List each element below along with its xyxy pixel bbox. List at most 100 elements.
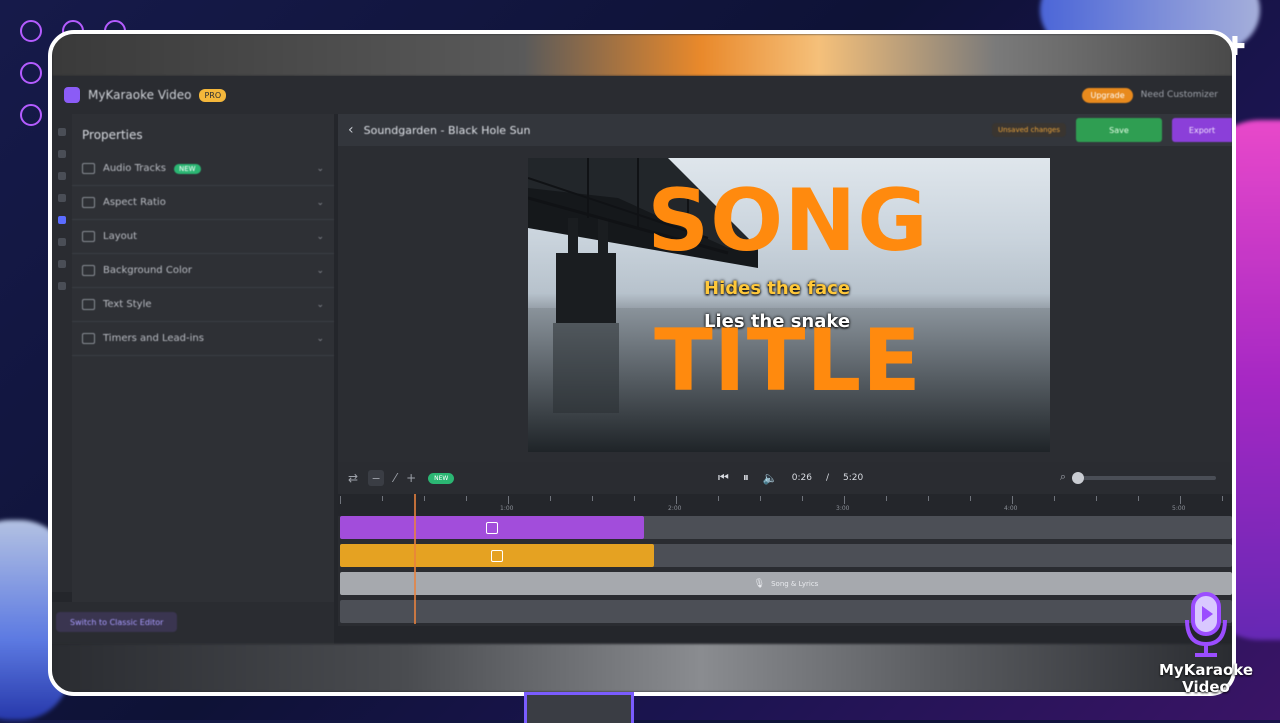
app-name: MyKaraoke Video [88, 88, 192, 102]
classic-editor-button[interactable]: Switch to Classic Editor [56, 612, 178, 632]
save-button[interactable]: Save [1076, 118, 1162, 142]
sidebar-item-layout[interactable]: Layout ⌄ [72, 220, 334, 254]
header-actions: Upgrade Need Customizer [1082, 87, 1218, 103]
brand-watermark: MyKaraoke Video [1150, 592, 1262, 696]
rail-item-7[interactable] [58, 260, 66, 268]
sidebar-item-label: Audio Tracks [103, 163, 166, 174]
tool-rail [52, 114, 72, 592]
sidebar-footer: Switch to Classic Editor [52, 602, 334, 644]
ruler-tick [676, 496, 677, 504]
timer-icon [82, 333, 95, 344]
account-menu[interactable]: Need Customizer [1141, 90, 1218, 100]
microphone-logo-icon [1185, 592, 1227, 657]
rail-item-1[interactable] [58, 128, 66, 136]
timeline-tracks: 🎙 Song & Lyrics [338, 516, 1232, 626]
settings-sliders-icon[interactable]: ⇄ [348, 471, 358, 485]
ruler-tick [1180, 496, 1181, 504]
back-arrow-icon[interactable]: ‹ [348, 122, 354, 138]
properties-title: Properties [82, 128, 143, 142]
ruler-tick [340, 496, 341, 504]
ruler-tick [466, 496, 467, 501]
ruler-tick [1054, 496, 1055, 501]
chevron-down-icon: ⌄ [316, 333, 324, 344]
ruler-tick [550, 496, 551, 501]
volume-icon[interactable]: 🔈 [763, 471, 778, 485]
ruler-tick [718, 496, 719, 501]
text-icon [82, 299, 95, 310]
pause-icon[interactable]: ⏸ [743, 470, 749, 485]
video-clip[interactable] [340, 516, 644, 539]
track-song[interactable]: 🎙 Song & Lyrics [340, 572, 1232, 595]
zoom-in-icon[interactable]: + [406, 471, 416, 485]
ruler-tick [1138, 496, 1139, 501]
ruler-tick [1012, 496, 1013, 504]
chevron-down-icon: ⌄ [316, 299, 324, 310]
ruler-tick [970, 496, 971, 501]
timeline-ruler[interactable]: 1:00 2:00 3:00 4:00 5:00 [338, 494, 1232, 516]
app-header: MyKaraoke Video PRO Upgrade Need Customi… [52, 76, 1232, 114]
ruler-tick [802, 496, 803, 501]
title-word-song: SONG [647, 171, 929, 271]
sidebar-item-aspect-ratio[interactable]: Aspect Ratio ⌄ [72, 186, 334, 220]
transport: ⏮ ⏸ 🔈 0:26 / 5:20 [718, 470, 863, 485]
rail-item-6[interactable] [58, 238, 66, 246]
chevron-down-icon: ⌄ [316, 265, 324, 276]
sidebar-item-audio-tracks[interactable]: Audio Tracks NEW ⌄ [72, 152, 334, 186]
blurred-header-band [52, 34, 1232, 76]
new-feature-chip[interactable]: NEW [428, 472, 455, 484]
upgrade-button[interactable]: Upgrade [1082, 87, 1133, 103]
app-window: MyKaraoke Video PRO Upgrade Need Customi… [48, 30, 1236, 696]
zoom-slider[interactable] [1072, 472, 1216, 484]
lyric-line-current: Hides the face [704, 278, 851, 299]
ruler-tick [508, 496, 509, 504]
rail-item-8[interactable] [58, 282, 66, 290]
title-word-title: TITLE [654, 311, 922, 411]
ruler-tick-label: 2:00 [668, 505, 682, 512]
playback-controls: ⇄ − ⁄ + NEW ⏮ ⏸ 🔈 0:26 / 5:20 ⌕ [338, 462, 1232, 494]
ruler-tick-label: 5:00 [1172, 505, 1186, 512]
sidebar-item-background-color[interactable]: Background Color ⌄ [72, 254, 334, 288]
chevron-down-icon: ⌄ [316, 163, 324, 174]
new-badge: NEW [173, 163, 201, 174]
rail-item-4[interactable] [58, 194, 66, 202]
blurred-footer-band [52, 644, 1232, 692]
playhead[interactable] [414, 494, 416, 624]
rail-item-5[interactable] [58, 216, 66, 224]
chevron-down-icon: ⌄ [316, 231, 324, 242]
skip-back-icon[interactable]: ⏮ [718, 470, 729, 485]
lyrics-clip[interactable] [340, 544, 654, 567]
zoom-slider-knob[interactable] [1072, 472, 1084, 484]
microphone-icon: 🎙 [753, 578, 766, 589]
video-preview[interactable]: SONG Hides the face Lies the snake TITLE [528, 158, 1050, 452]
preview-area: SONG Hides the face Lies the snake TITLE [338, 146, 1232, 462]
brand-line-2: Video [1182, 678, 1230, 696]
ruler-tick [844, 496, 845, 504]
sidebar-item-label: Timers and Lead-ins [103, 333, 204, 344]
zoom-out-button[interactable]: − [368, 470, 385, 486]
export-button[interactable]: Export [1172, 118, 1232, 142]
ruler-tick [424, 496, 425, 501]
rail-item-2[interactable] [58, 150, 66, 158]
palette-icon [82, 265, 95, 276]
track-video[interactable] [340, 516, 1232, 539]
track-empty[interactable] [340, 600, 1232, 623]
image-icon [491, 549, 503, 562]
magnifier-icon: ⌕ [1059, 470, 1066, 483]
properties-sidebar: Properties Audio Tracks NEW ⌄ Aspect Rat… [72, 114, 334, 602]
ruler-tick [382, 496, 383, 501]
ruler-tick [928, 496, 929, 501]
sidebar-item-text-style[interactable]: Text Style ⌄ [72, 288, 334, 322]
split-icon[interactable]: ⁄ [394, 471, 396, 485]
ruler-tick-label: 3:00 [836, 505, 850, 512]
music-icon [82, 163, 95, 174]
ruler-tick [634, 496, 635, 501]
unsaved-warning: Unsaved changes [991, 123, 1066, 137]
sidebar-item-timers[interactable]: Timers and Lead-ins ⌄ [72, 322, 334, 356]
editor-actions: Unsaved changes Save Export [991, 118, 1232, 142]
ruler-tick [760, 496, 761, 501]
total-time: 5:20 [843, 472, 864, 483]
ruler-tick [592, 496, 593, 501]
brand-line-1: MyKaraoke [1158, 661, 1254, 679]
rail-item-3[interactable] [58, 172, 66, 180]
track-lyrics[interactable] [340, 544, 1232, 567]
